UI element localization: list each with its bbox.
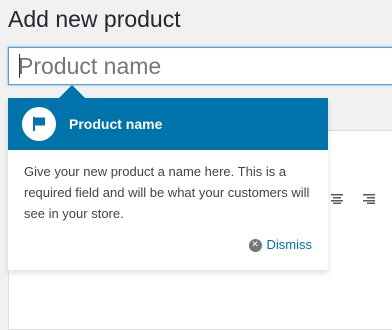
flag-icon-circle <box>22 107 56 141</box>
dismiss-button[interactable]: ✕ Dismiss <box>248 236 313 254</box>
tour-header: Product name <box>8 98 328 150</box>
product-name-input[interactable] <box>8 47 392 85</box>
tour-title: Product name <box>69 116 163 132</box>
tour-body: Give your new product a name here. This … <box>24 164 310 221</box>
page-title: Add new product <box>8 6 181 32</box>
align-center-icon[interactable] <box>331 194 343 204</box>
dismiss-label: Dismiss <box>266 237 313 252</box>
align-right-icon[interactable] <box>363 194 375 204</box>
tour-pointer-arrow <box>58 85 86 99</box>
flag-icon <box>33 117 45 131</box>
close-circle-icon: ✕ <box>248 238 262 252</box>
text-cursor <box>19 54 20 78</box>
tour-pointer: Product name Give your new product a nam… <box>8 98 328 270</box>
